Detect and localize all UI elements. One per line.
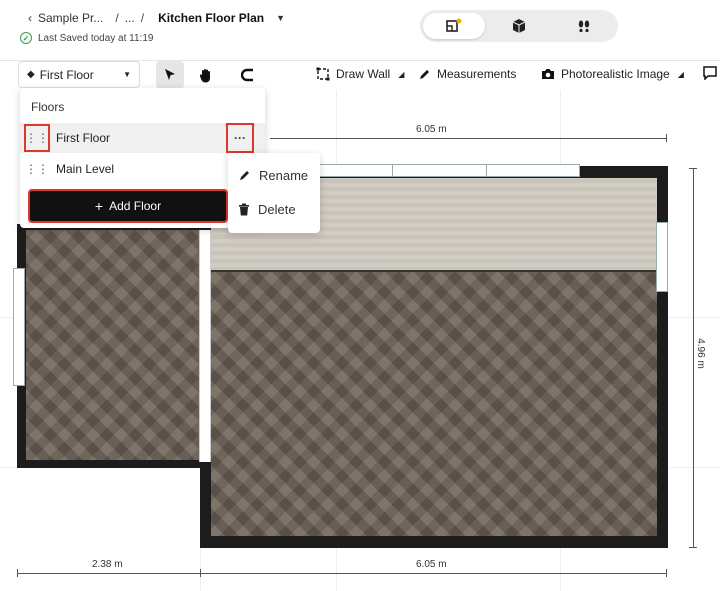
- breadcrumb-separator: /: [115, 11, 119, 25]
- back-chevron-icon[interactable]: ‹: [28, 11, 32, 25]
- cursor-arrow-icon: [165, 69, 175, 80]
- pencil-icon: [420, 69, 429, 79]
- rename-menu-item[interactable]: Rename: [238, 168, 308, 183]
- add-floor-label: Add Floor: [109, 199, 162, 213]
- room-floor-left[interactable]: [26, 230, 202, 460]
- draw-wall-label: Draw Wall: [336, 67, 391, 81]
- pencil-icon: [240, 171, 249, 180]
- rename-label: Rename: [259, 168, 309, 183]
- floor-select[interactable]: ◆ First Floor ▼: [18, 61, 140, 88]
- pan-tool-button[interactable]: [192, 61, 220, 89]
- floor-name: First Floor: [56, 131, 110, 145]
- dimension-bottom-right: 6.05 m: [416, 559, 447, 570]
- view-walk-button[interactable]: [553, 13, 615, 39]
- window[interactable]: [656, 222, 668, 292]
- dimension-right: 4.96 m: [694, 338, 706, 369]
- page-title[interactable]: Kitchen Floor Plan: [158, 11, 264, 25]
- hand-icon: [199, 68, 210, 82]
- dimension-bottom-left: 2.38 m: [92, 559, 123, 570]
- breadcrumb-project[interactable]: Sample Pr...: [38, 11, 103, 25]
- draw-wall-icon: [316, 67, 330, 81]
- plus-icon: +: [94, 198, 104, 214]
- floor-select-value: First Floor: [39, 67, 94, 82]
- submenu-corner-icon: ◢: [398, 69, 405, 79]
- photorealistic-label: Photorealistic Image: [561, 67, 670, 81]
- chevron-down-icon: ▼: [123, 70, 131, 79]
- room-floor-main[interactable]: [211, 272, 657, 536]
- delete-label: Delete: [258, 202, 296, 217]
- title-dropdown-icon[interactable]: ▼: [276, 13, 285, 23]
- check-circle-icon: ✓: [20, 32, 32, 44]
- draw-wall-button[interactable]: Draw Wall ◢: [316, 67, 404, 81]
- camera-icon: [542, 69, 554, 79]
- breadcrumb-ellipsis[interactable]: ...: [125, 11, 135, 25]
- more-options-button[interactable]: ···: [226, 123, 254, 153]
- ellipsis-icon: ···: [234, 131, 246, 145]
- measurements-label: Measurements: [437, 67, 517, 81]
- submenu-corner-icon: ◢: [677, 69, 684, 79]
- floors-panel-title: Floors: [31, 100, 65, 114]
- floor-name: Main Level: [56, 162, 115, 176]
- window[interactable]: [310, 164, 580, 177]
- comment-icon[interactable]: [703, 66, 717, 85]
- 2d-plan-icon: [446, 18, 462, 32]
- save-status-text: Last Saved today at 11:19: [38, 32, 154, 44]
- measurements-button[interactable]: Measurements: [418, 67, 516, 81]
- photorealistic-image-button[interactable]: Photorealistic Image ◢: [541, 67, 684, 81]
- breadcrumb: ‹ Sample Pr... / ... / Kitchen Floor Pla…: [28, 11, 285, 25]
- window[interactable]: [13, 268, 25, 386]
- floor-row-first-floor[interactable]: ⋮⋮ First Floor ···: [20, 123, 265, 153]
- magnet-icon: [241, 68, 253, 82]
- drag-handle-icon[interactable]: ⋮⋮: [25, 157, 49, 181]
- drag-handle-icon[interactable]: ⋮⋮: [24, 124, 50, 152]
- view-mode-toggle: [420, 10, 618, 42]
- add-floor-button[interactable]: + Add Floor: [28, 189, 228, 223]
- delete-menu-item[interactable]: Delete: [238, 202, 296, 217]
- footprints-icon: [578, 20, 590, 33]
- view-3d-button[interactable]: [488, 13, 550, 39]
- select-tool-button[interactable]: [156, 61, 184, 89]
- view-2d-button[interactable]: [423, 13, 485, 39]
- 3d-cube-icon: [512, 19, 526, 33]
- floor-context-menu: Rename Delete: [228, 153, 320, 233]
- dimension-top: 6.05 m: [416, 124, 447, 135]
- save-status: ✓ Last Saved today at 11:19: [20, 32, 153, 44]
- breadcrumb-separator: /: [140, 11, 145, 25]
- snap-tool-button[interactable]: [234, 61, 262, 89]
- trash-icon: [239, 203, 249, 216]
- layers-icon: ◆: [27, 69, 35, 80]
